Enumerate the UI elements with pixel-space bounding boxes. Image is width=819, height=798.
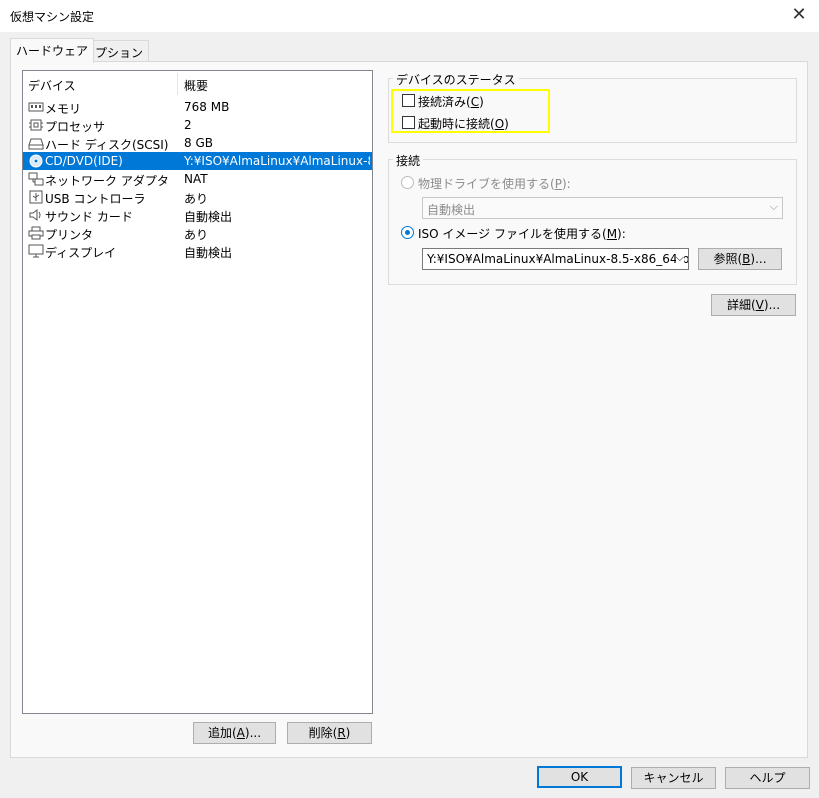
- device-name: プロセッサ: [45, 120, 106, 134]
- remove-button[interactable]: 削除(R): [287, 722, 372, 744]
- ok-button[interactable]: OK: [537, 766, 622, 788]
- device-summary: 8 GB: [184, 136, 213, 150]
- physical-drive-select[interactable]: 自動検出 ⌵: [422, 197, 783, 219]
- chevron-down-icon[interactable]: ⌵: [675, 251, 684, 265]
- device-name: メモリ: [45, 102, 82, 116]
- window-title: 仮想マシン設定: [10, 10, 95, 24]
- device-list[interactable]: デバイス 概要 メモリ 768 MB プロセッサ 2 ハード ディスク(SCSI…: [22, 70, 373, 714]
- network-icon: [28, 172, 44, 186]
- highlight-box: [391, 89, 550, 133]
- display-icon: [28, 244, 44, 258]
- device-summary: 自動検出: [184, 210, 233, 224]
- column-header-device[interactable]: デバイス: [28, 77, 76, 94]
- cd-dvd-icon: [28, 154, 44, 168]
- device-summary: あり: [184, 228, 209, 242]
- device-row-cd-dvd[interactable]: CD/DVD(IDE) Y:¥ISO¥AlmaLinux¥AlmaLinux-8…: [23, 152, 372, 170]
- connection-title: 接続: [393, 152, 424, 169]
- device-name: サウンド カード: [45, 210, 133, 224]
- device-summary: 768 MB: [184, 100, 230, 114]
- usb-icon: [28, 190, 44, 204]
- device-row-sound[interactable]: サウンド カード 自動検出: [23, 206, 372, 224]
- device-name: ハード ディスク(SCSI): [45, 138, 169, 152]
- processor-icon: [28, 118, 44, 132]
- iso-image-label[interactable]: ISO イメージ ファイルを使用する(M):: [418, 225, 626, 242]
- device-status-title: デバイスのステータス: [393, 71, 519, 88]
- physical-drive-radio[interactable]: [401, 176, 414, 189]
- device-summary: Y:¥ISO¥AlmaLinux¥AlmaLinux-8...: [184, 154, 370, 168]
- device-name: ディスプレイ: [45, 246, 117, 260]
- hard-disk-icon: [28, 136, 44, 150]
- device-name: USB コントローラ: [45, 192, 146, 206]
- device-list-header: デバイス 概要: [23, 71, 372, 96]
- physical-drive-label[interactable]: 物理ドライブを使用する(P):: [418, 175, 571, 192]
- device-row-hard-disk[interactable]: ハード ディスク(SCSI) 8 GB: [23, 134, 372, 152]
- memory-icon: [28, 100, 44, 114]
- device-row-display[interactable]: ディスプレイ 自動検出: [23, 242, 372, 260]
- printer-icon: [28, 226, 44, 240]
- device-name: ネットワーク アダプタ: [45, 174, 169, 188]
- iso-path-combo[interactable]: Y:¥ISO¥AlmaLinux¥AlmaLinux-8.5-x86_64-bo…: [422, 248, 689, 270]
- device-name: プリンタ: [45, 228, 94, 242]
- chevron-down-icon: ⌵: [769, 200, 778, 213]
- tab-hardware[interactable]: ハードウェア: [10, 38, 95, 63]
- device-row-network[interactable]: ネットワーク アダプタ NAT: [23, 170, 372, 188]
- close-icon[interactable]: ✕: [787, 3, 811, 27]
- device-name: CD/DVD(IDE): [45, 154, 123, 168]
- help-button[interactable]: ヘルプ: [725, 767, 810, 789]
- device-summary: 2: [184, 118, 192, 132]
- add-button[interactable]: 追加(A)...: [193, 722, 276, 744]
- device-row-usb[interactable]: USB コントローラ あり: [23, 188, 372, 206]
- advanced-button[interactable]: 詳細(V)...: [711, 294, 796, 316]
- column-divider[interactable]: [177, 73, 178, 95]
- sound-icon: [28, 208, 44, 222]
- device-summary: 自動検出: [184, 246, 233, 260]
- browse-button[interactable]: 参照(B)...: [698, 248, 782, 270]
- device-summary: あり: [184, 192, 209, 206]
- device-row-processor[interactable]: プロセッサ 2: [23, 116, 372, 134]
- column-header-summary[interactable]: 概要: [184, 77, 208, 94]
- iso-path-value: Y:¥ISO¥AlmaLinux¥AlmaLinux-8.5-x86_64-bo…: [427, 252, 689, 266]
- title-bar: 仮想マシン設定 ✕: [0, 0, 819, 32]
- iso-image-radio[interactable]: [401, 226, 414, 239]
- device-row-memory[interactable]: メモリ 768 MB: [23, 98, 372, 116]
- device-summary: NAT: [184, 172, 208, 186]
- device-row-printer[interactable]: プリンタ あり: [23, 224, 372, 242]
- cancel-button[interactable]: キャンセル: [631, 767, 716, 789]
